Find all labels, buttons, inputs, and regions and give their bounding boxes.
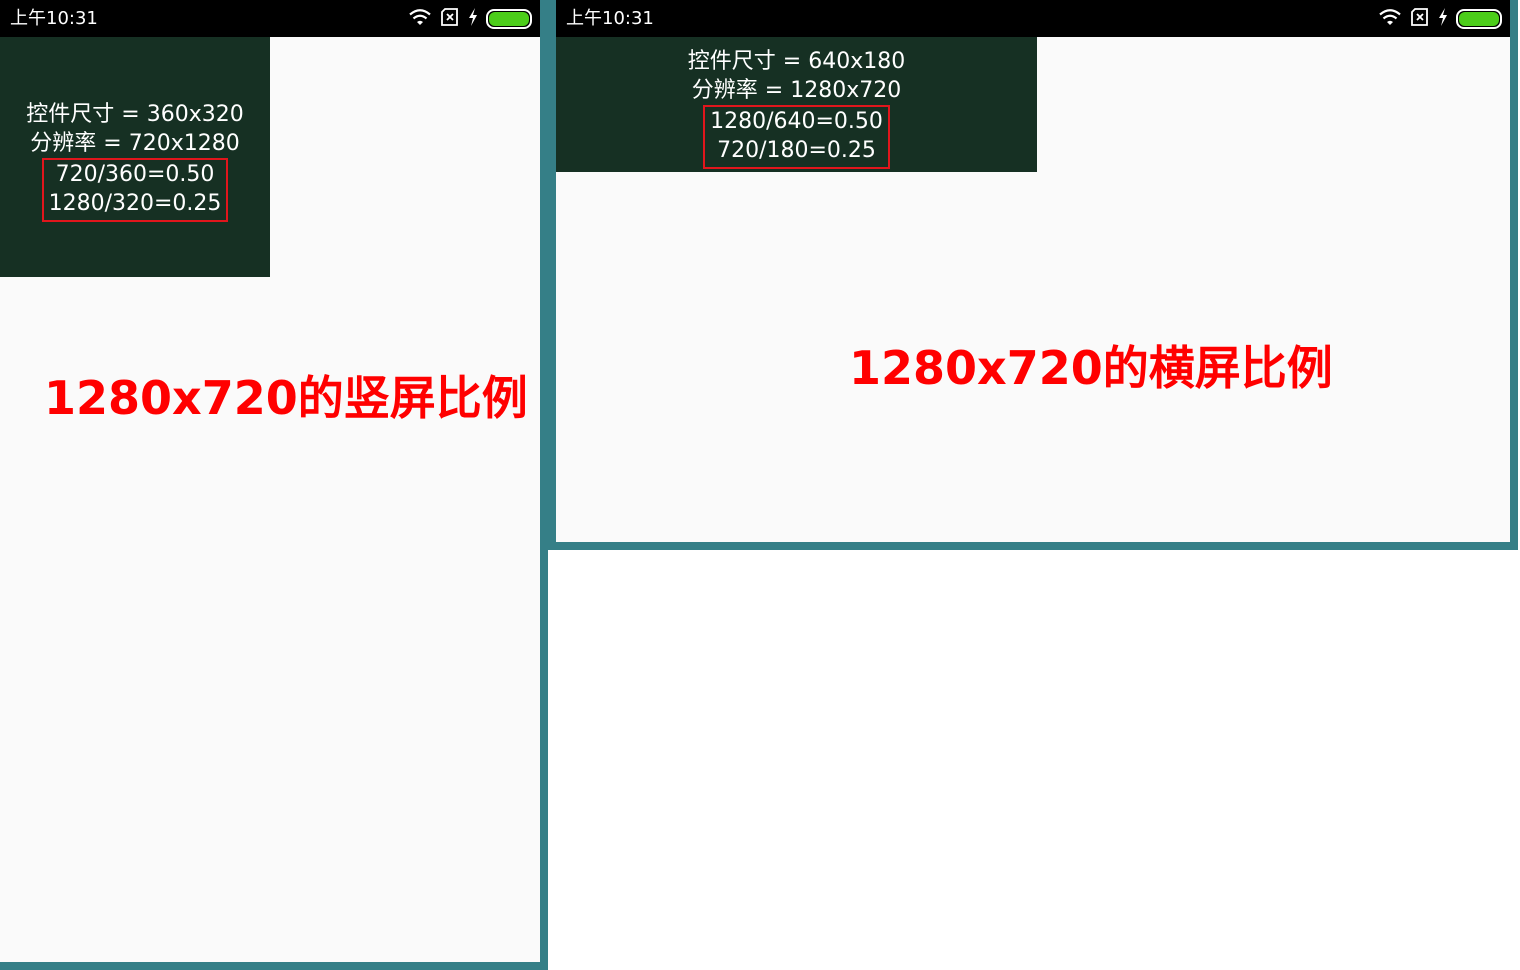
no-sim-icon — [440, 8, 460, 30]
status-icons — [408, 8, 532, 30]
orientation-caption: 1280x720的横屏比例 — [849, 341, 1333, 395]
ratio-x-line: 720/360=0.50 — [55, 162, 215, 187]
orientation-caption: 1280x720的竖屏比例 — [44, 371, 528, 425]
info-panel: 控件尺寸 = 360x320 分辨率 = 720x1280 720/360=0.… — [0, 37, 270, 277]
battery-icon — [1456, 9, 1502, 29]
battery-icon — [486, 9, 532, 29]
charging-icon — [1438, 8, 1448, 30]
resolution-line: 分辨率 = 1280x720 — [691, 78, 902, 103]
info-panel: 控件尺寸 = 640x180 分辨率 = 1280x720 1280/640=0… — [556, 37, 1037, 172]
control-size-line: 控件尺寸 = 360x320 — [26, 102, 244, 127]
info-lines: 控件尺寸 = 640x180 分辨率 = 1280x720 1280/640=0… — [556, 47, 1037, 169]
status-time: 上午10:31 — [566, 8, 654, 29]
battery-level — [1459, 12, 1499, 26]
status-icons — [1378, 8, 1502, 30]
battery-level — [489, 12, 529, 26]
status-bar: 上午10:31 — [556, 0, 1510, 37]
status-time: 上午10:31 — [10, 8, 98, 29]
ratio-x-line: 1280/640=0.50 — [710, 109, 883, 134]
wifi-icon — [1378, 7, 1402, 31]
ratio-highlight-box: 720/360=0.50 1280/320=0.25 — [41, 158, 229, 222]
wifi-icon — [408, 7, 432, 31]
ratio-y-line: 720/180=0.25 — [717, 138, 876, 163]
ratio-y-line: 1280/320=0.25 — [48, 191, 222, 216]
no-sim-icon — [1410, 8, 1430, 30]
ratio-highlight-box: 1280/640=0.50 720/180=0.25 — [703, 105, 890, 169]
status-bar: 上午10:31 — [0, 0, 540, 37]
resolution-line: 分辨率 = 720x1280 — [30, 131, 240, 156]
info-lines: 控件尺寸 = 360x320 分辨率 = 720x1280 720/360=0.… — [0, 100, 270, 222]
landscape-screenshot: 上午10:31 控件尺寸 = 640x180 分辨率 = 1280x720 12… — [548, 0, 1518, 550]
control-size-line: 控件尺寸 = 640x180 — [687, 49, 906, 74]
charging-icon — [468, 8, 478, 30]
portrait-screenshot: 上午10:31 控件尺寸 = 360x320 分辨率 = 720x1280 72… — [0, 0, 548, 970]
